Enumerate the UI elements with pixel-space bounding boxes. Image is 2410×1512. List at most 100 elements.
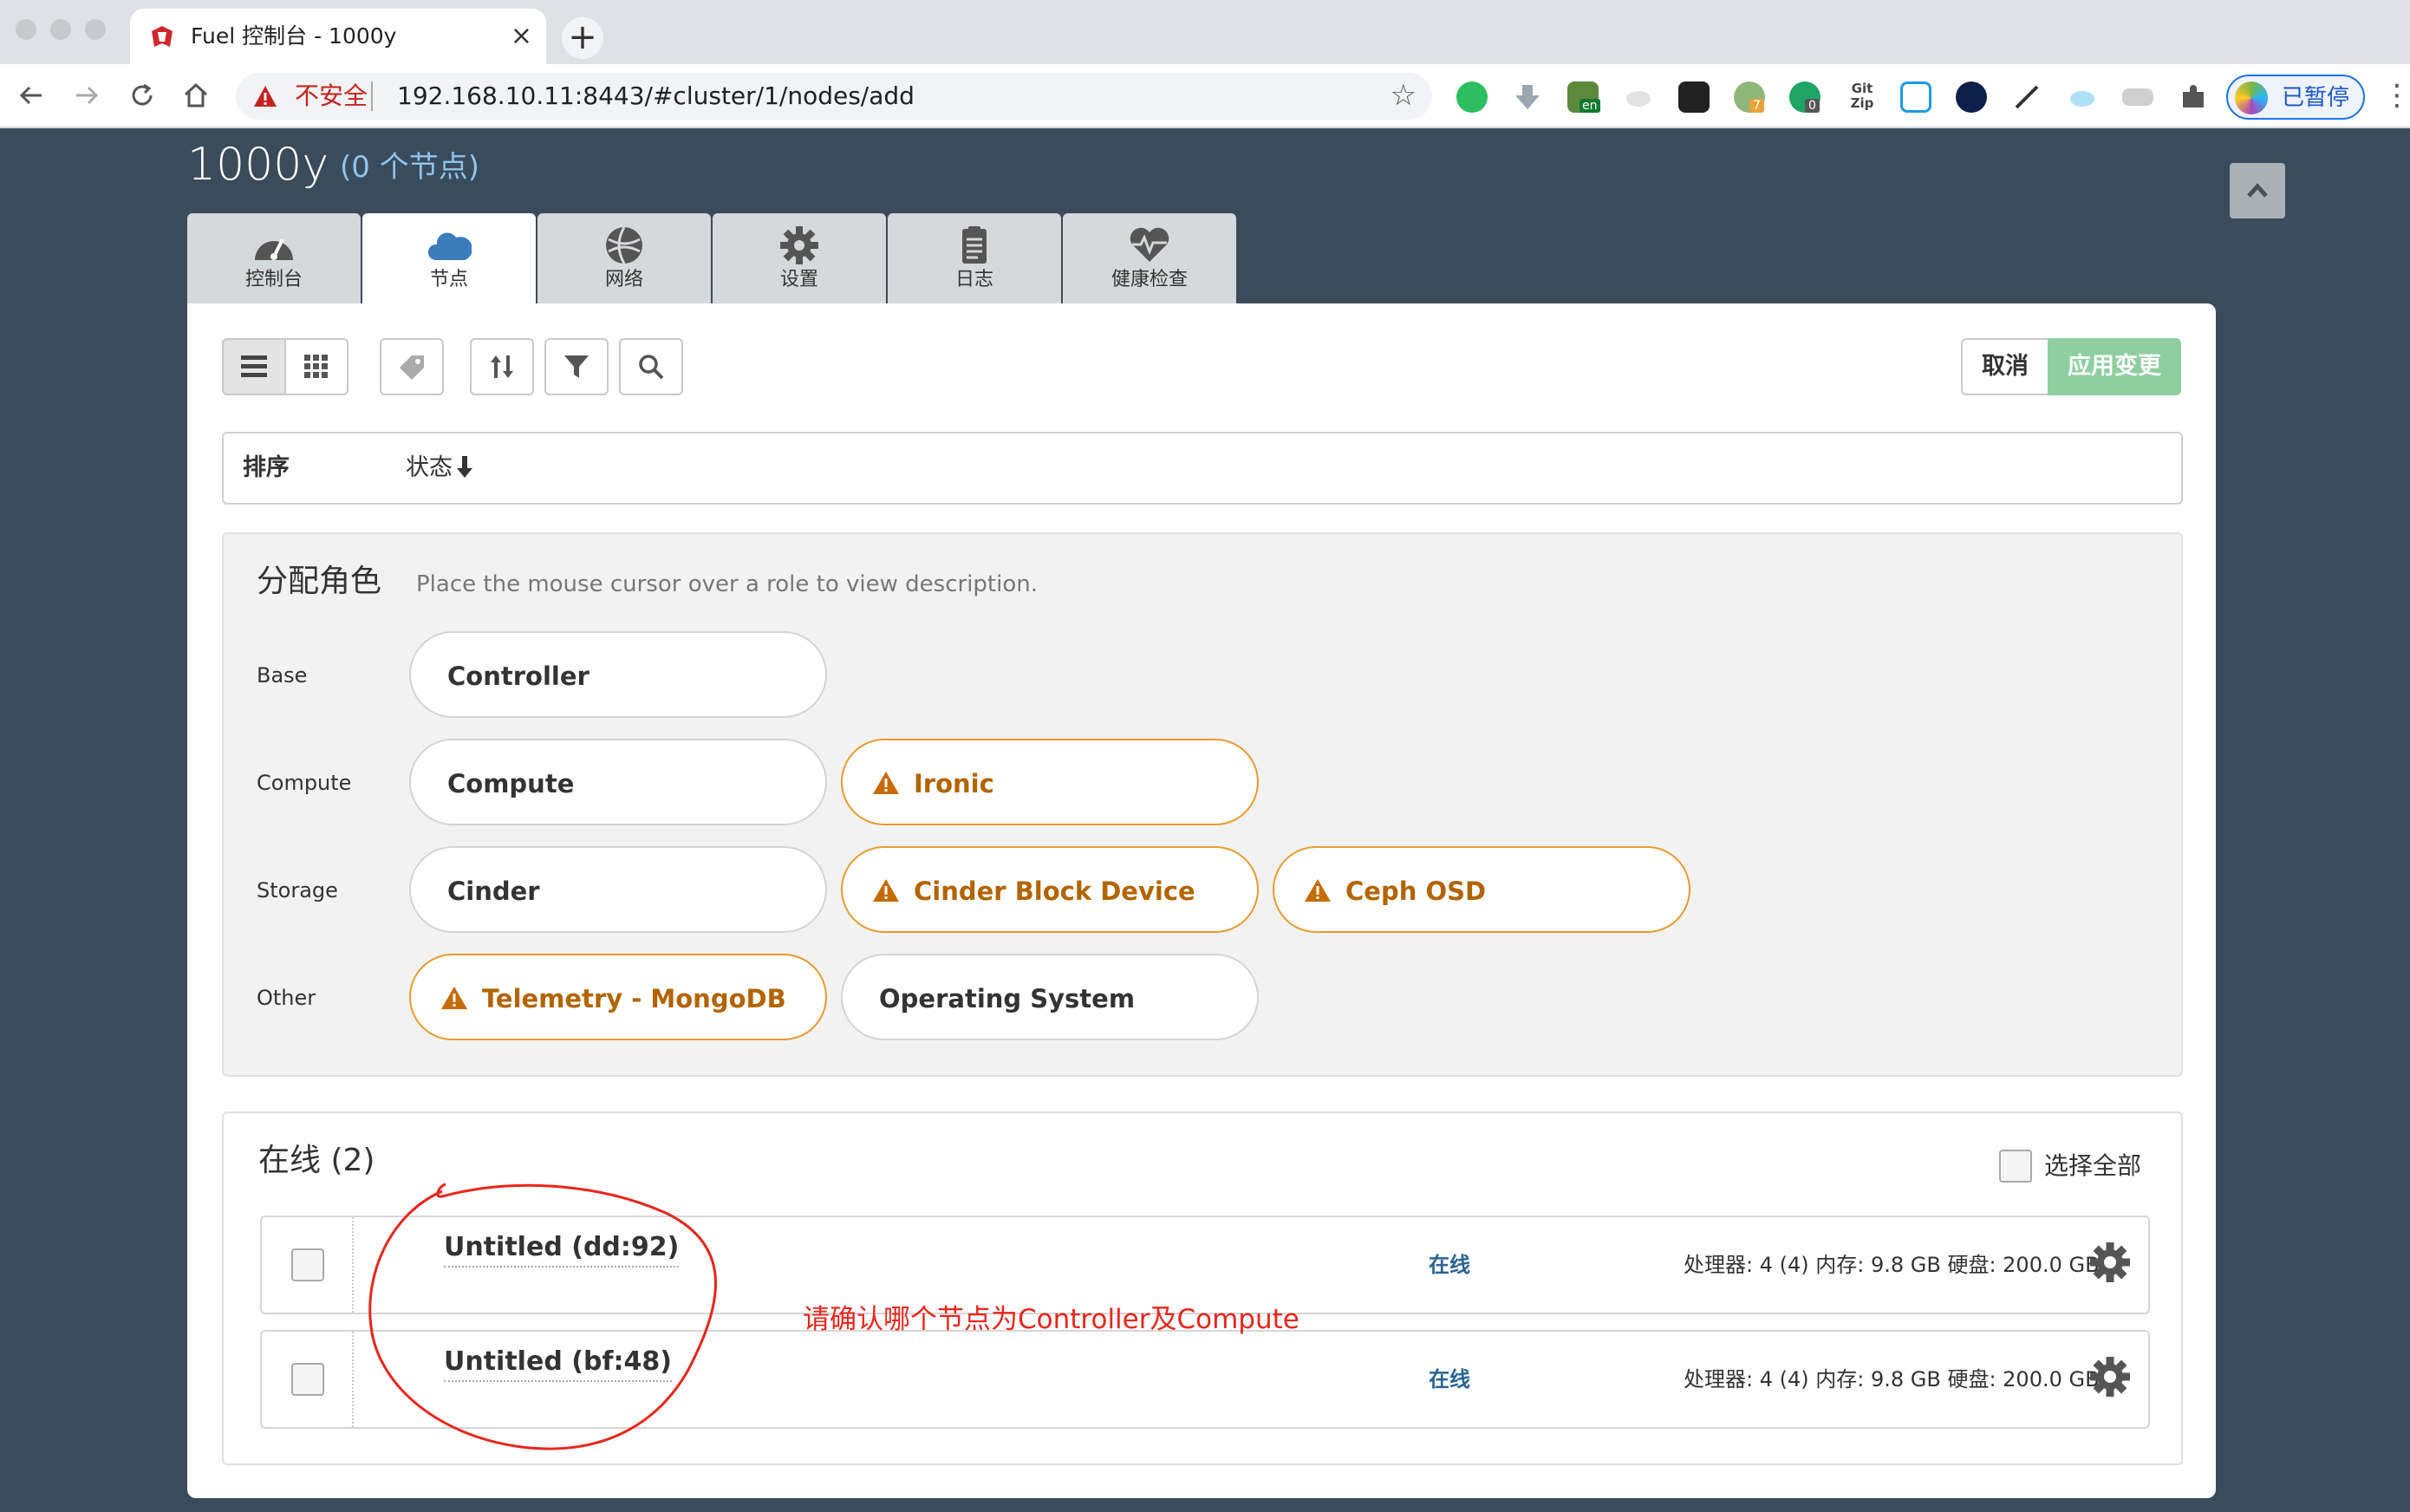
- cloud-icon: [428, 232, 472, 260]
- status-badge: 在线: [1429, 1367, 1470, 1391]
- url-text[interactable]: 192.168.10.11:8443/#cluster/1/nodes/add: [397, 80, 915, 113]
- not-secure-label[interactable]: 不安全: [295, 80, 368, 113]
- node-checkbox[interactable]: [291, 1248, 324, 1281]
- role-controller[interactable]: Controller: [409, 631, 827, 718]
- role-operating-system[interactable]: Operating System: [841, 954, 1259, 1040]
- role-label: Cinder: [447, 877, 540, 906]
- role-telemetry-mongodb[interactable]: Telemetry - MongoDB: [409, 954, 827, 1040]
- sort-item-status[interactable]: 状态: [406, 451, 473, 486]
- grid-view-button[interactable]: [284, 338, 348, 395]
- role-group-storage: Storage: [257, 878, 338, 903]
- play-extension-icon[interactable]: [1956, 81, 1987, 113]
- pip-extension-icon[interactable]: [1678, 81, 1710, 113]
- home-icon: [184, 82, 208, 108]
- tab-dashboard[interactable]: 控制台: [187, 213, 361, 303]
- role-ironic[interactable]: Ironic: [841, 739, 1259, 825]
- profile-button[interactable]: 已暂停: [2226, 75, 2365, 120]
- browser-tab-fuel[interactable]: Fuel 控制台 - 1000y ×: [130, 9, 546, 64]
- heart-pulse-icon: [1130, 227, 1169, 262]
- warning-triangle-icon: [873, 879, 899, 902]
- annotation-circle: [368, 1183, 717, 1450]
- tab-label: 控制台: [244, 269, 303, 290]
- labels-button[interactable]: [380, 338, 444, 395]
- arrow-left-icon: [19, 86, 42, 105]
- annotation-note: 请确认哪个节点为Controller及Compute: [803, 1304, 1299, 1335]
- reload-button[interactable]: [123, 76, 161, 114]
- profile-status-label: 已暂停: [2282, 85, 2350, 111]
- tab-health-check[interactable]: 健康检查: [1063, 213, 1236, 303]
- folder-extension-icon[interactable]: [2122, 88, 2153, 106]
- role-label: Ironic: [914, 769, 994, 798]
- browser-menu-icon[interactable]: ⋮: [2382, 76, 2410, 114]
- node-specs: 处理器: 4 (4) 内存: 9.8 GB 硬盘: 200.0 GB: [1684, 1253, 2100, 1277]
- new-tab-button[interactable]: +: [562, 17, 603, 59]
- tab-label: 设置: [779, 269, 818, 290]
- node-checkbox[interactable]: [291, 1363, 324, 1396]
- dashboard-icon: [255, 238, 293, 260]
- nodes-group-title: 在线 (2): [258, 1143, 375, 1178]
- green-circle-extension-icon[interactable]: 7: [1734, 81, 1765, 113]
- gitzip-extension-icon[interactable]: Git Zip: [1845, 78, 1879, 113]
- role-label: Ceph OSD: [1345, 877, 1487, 906]
- check-extension-icon[interactable]: 0: [1789, 81, 1821, 113]
- window-minimize-dot[interactable]: [50, 19, 71, 40]
- tab-label: 网络: [604, 269, 643, 290]
- sort-item-label: 状态: [406, 454, 453, 481]
- gear-icon[interactable]: [2089, 1356, 2131, 1398]
- role-cinder-block-device[interactable]: Cinder Block Device: [841, 846, 1259, 933]
- address-bar[interactable]: 不安全 192.168.10.11:8443/#cluster/1/nodes/…: [236, 73, 1432, 120]
- cloud-extension-icon[interactable]: [1623, 81, 1654, 113]
- tab-logs[interactable]: 日志: [888, 213, 1061, 303]
- ext-badge-7: 7: [1749, 99, 1764, 113]
- warning-triangle-icon: [1305, 879, 1331, 902]
- select-all-checkbox[interactable]: 选择全部: [1999, 1150, 2141, 1183]
- reload-icon: [132, 83, 153, 106]
- tab-network[interactable]: 网络: [537, 213, 711, 303]
- list-view-button[interactable]: [222, 338, 286, 395]
- tab-label: 健康检查: [1111, 269, 1188, 290]
- arrow-right-icon: [76, 86, 99, 105]
- role-cinder[interactable]: Cinder: [409, 846, 827, 933]
- page-title: 1000y: [187, 139, 329, 191]
- cancel-button[interactable]: 取消: [1961, 338, 2048, 395]
- ext-badge-0: 0: [1805, 99, 1820, 113]
- tab-settings[interactable]: 设置: [713, 213, 886, 303]
- bookmark-star-icon[interactable]: ☆: [1391, 78, 1417, 113]
- forward-button[interactable]: [68, 76, 106, 114]
- gear-icon: [780, 226, 818, 264]
- gear-icon[interactable]: [2089, 1242, 2131, 1283]
- tab-label: 节点: [429, 269, 468, 290]
- back-button[interactable]: [12, 76, 50, 114]
- sort-button[interactable]: [470, 338, 534, 395]
- window-close-dot[interactable]: [16, 19, 36, 40]
- role-ceph-osd[interactable]: Ceph OSD: [1273, 846, 1690, 933]
- filter-button[interactable]: [544, 338, 609, 395]
- role-label: Telemetry - MongoDB: [482, 984, 786, 1013]
- tab-nodes[interactable]: 节点: [362, 213, 536, 305]
- roles-title: 分配角色: [257, 564, 382, 599]
- scroll-to-top-button[interactable]: [2230, 163, 2285, 218]
- apply-changes-button[interactable]: 应用变更: [2048, 338, 2181, 395]
- checkbox[interactable]: [1999, 1150, 2032, 1183]
- tab-close-icon[interactable]: ×: [511, 21, 532, 52]
- pen-extension-icon[interactable]: [2011, 81, 2042, 113]
- evernote-extension-icon[interactable]: [1456, 81, 1488, 113]
- row-divider: [352, 1332, 354, 1427]
- cloud-note-extension-icon[interactable]: [2067, 81, 2098, 113]
- window-zoom-dot[interactable]: [85, 19, 106, 40]
- tag-icon: [400, 355, 424, 380]
- browser-tab-bar: Fuel 控制台 - 1000y × +: [0, 0, 2410, 64]
- screenshot-extension-icon[interactable]: [1900, 81, 1931, 113]
- list-icon: [241, 355, 267, 377]
- puzzle-extensions-icon[interactable]: [2178, 81, 2209, 113]
- role-label: Controller: [447, 662, 589, 691]
- role-label: Compute: [447, 769, 575, 798]
- translate-extension-icon[interactable]: en: [1567, 81, 1600, 113]
- grid-icon: [304, 355, 328, 378]
- role-compute[interactable]: Compute: [409, 739, 827, 825]
- download-arrow-icon[interactable]: [1512, 81, 1543, 113]
- node-count: (0 个节点): [340, 150, 479, 185]
- home-button[interactable]: [177, 76, 215, 114]
- fuel-favicon-icon: [152, 26, 173, 47]
- search-button[interactable]: [619, 338, 683, 395]
